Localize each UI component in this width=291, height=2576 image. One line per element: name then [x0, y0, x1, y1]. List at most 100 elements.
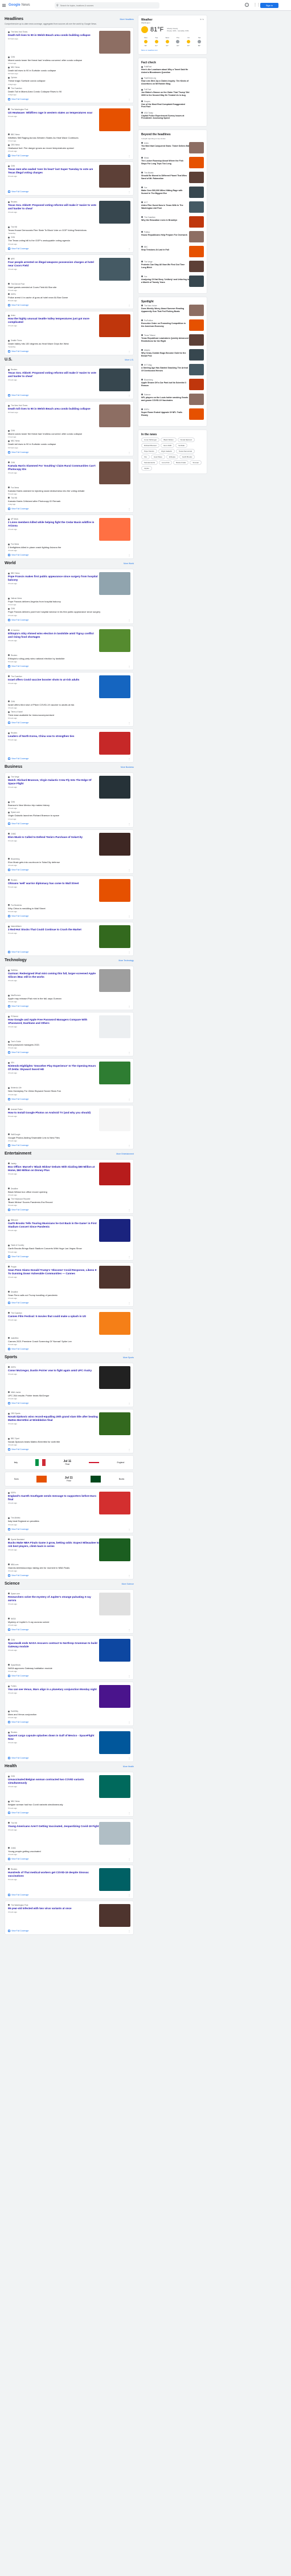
- story-thumbnail[interactable]: [99, 201, 130, 224]
- story-thumbnail[interactable]: [99, 1412, 130, 1436]
- story-headline[interactable]: Hundreds of Thai medical workers get COV…: [8, 1871, 99, 1878]
- story-card[interactable]: The Guardian Israel offers Covid vaccine …: [5, 671, 134, 727]
- topic-chip[interactable]: Sinovac: [190, 460, 202, 465]
- share-icon[interactable]: ⋮: [128, 1528, 130, 1531]
- side-story[interactable]: Bloomberg Apple Shows Off a Car Park but …: [141, 378, 204, 390]
- story-headline[interactable]: Kamala Harris Slammed For 'Insulting' Cl…: [8, 464, 99, 471]
- related-headline[interactable]: Sean Penn calls out Trump handling of pa…: [8, 1294, 130, 1297]
- share-icon[interactable]: ⋮: [128, 1448, 130, 1451]
- related-story[interactable]: MacRumors Apple may release iPad mini in …: [8, 994, 130, 1003]
- related-story[interactable]: Fox Business Why China is meddling in Wal…: [8, 904, 130, 913]
- topic-chip[interactable]: Virgin Galactic: [158, 448, 175, 453]
- full-coverage-link[interactable]: View Full Coverage: [8, 1811, 130, 1814]
- story-card[interactable]: Reuters Texas Gov. Abbott: Proposed votin…: [5, 365, 134, 400]
- share-icon[interactable]: ⋮: [128, 394, 130, 397]
- related-headline[interactable]: Mars and Venus conjunction: [8, 1713, 130, 1716]
- related-headline[interactable]: Miami condo tower fire threat had 'endle…: [8, 432, 130, 435]
- lead-story[interactable]: Reuters Texas Gov. Abbott: Proposed votin…: [8, 201, 130, 224]
- story-card[interactable]: Reuters Hundreds of Thai medical workers …: [5, 1864, 134, 1899]
- side-headline[interactable]: NFL players on the Louis hotter smoking …: [141, 396, 189, 402]
- story-headline[interactable]: How the highly unusual Seattle Valley te…: [8, 317, 99, 324]
- story-thumbnail[interactable]: [99, 461, 130, 484]
- lead-story[interactable]: People Sean Penn Slams Donald Trump's 'Ob…: [8, 1265, 130, 1289]
- lead-story[interactable]: Reuters Texas Gov. Abbott: Proposed votin…: [8, 368, 130, 392]
- full-coverage-link[interactable]: View Full Coverage: [8, 1528, 130, 1531]
- side-thumbnail[interactable]: [189, 304, 204, 316]
- topic-chip[interactable]: Heat Wave: [151, 454, 165, 459]
- side-thumbnail[interactable]: [189, 393, 204, 405]
- topic-chip[interactable]: Kamala Harris: [141, 460, 158, 465]
- story-thumbnail[interactable]: [99, 1731, 130, 1755]
- lead-story[interactable]: ESPN England's Gareth Southgate sends mes…: [8, 1492, 130, 1515]
- story-thumbnail[interactable]: [99, 1821, 130, 1845]
- full-coverage-link[interactable]: View Full Coverage: [8, 1402, 130, 1405]
- story-headline[interactable]: Bucks Make NBA Finals Game 3 grow, betti…: [8, 1541, 99, 1548]
- related-story[interactable]: CNN The Texas voting bill is the GOP's un…: [8, 236, 130, 245]
- side-story[interactable]: The Atlantic Should Be Moved to Different…: [141, 171, 204, 183]
- related-headline[interactable]: Hotel guests arrested at Coors Field All…: [8, 286, 130, 289]
- lead-story[interactable]: Reuters Leaders of North Korea, China vow…: [8, 732, 130, 755]
- related-headline[interactable]: Third dose available for immunocompromis…: [8, 714, 130, 716]
- story-thumbnail[interactable]: [99, 832, 130, 856]
- share-icon[interactable]: ⋮: [128, 1098, 130, 1101]
- lead-story[interactable]: PCWorld How Google and Apple Free Passwor…: [8, 1015, 130, 1039]
- side-story[interactable]: Science NFL players on the Louis hotter s…: [141, 393, 204, 405]
- related-headline[interactable]: Virgin Galactic launches Richard Branson…: [8, 814, 130, 817]
- side-story[interactable]: ProPublica Executive Order on Promoting C…: [141, 319, 204, 331]
- side-thumbnail[interactable]: [189, 171, 204, 183]
- story-headline[interactable]: Texas Gov. Abbott: Proposed voting refor…: [8, 204, 99, 210]
- share-icon[interactable]: ⋮: [128, 155, 130, 157]
- weather-more-link[interactable]: More on weather.com: [141, 49, 204, 51]
- side-story[interactable]: NYT Alden Pike Guest Now in Texas With In…: [141, 201, 204, 213]
- story-card[interactable]: Forbes You can see Venus, Mars align in a…: [5, 1682, 134, 1727]
- side-thumbnail[interactable]: [189, 408, 204, 420]
- side-thumbnail[interactable]: [189, 319, 204, 331]
- share-icon[interactable]: ⋮: [128, 758, 130, 760]
- share-icon[interactable]: ⋮: [128, 1757, 130, 1760]
- side-headline[interactable]: Here's the Lowdown about Why a Tweet Sai…: [141, 68, 190, 74]
- lead-story[interactable]: The Guardian Cannes Film Festival: 5 movi…: [8, 1311, 130, 1335]
- related-headline[interactable]: Novak Djokovic beats Matteo Berrettini f…: [8, 1440, 130, 1443]
- story-headline[interactable]: Young Americans Aren't Getting Vaccinate…: [8, 1825, 99, 1828]
- share-icon[interactable]: ⋮: [128, 1209, 130, 1212]
- related-headline[interactable]: UFC 264 results: Poirier beats McGregor: [8, 1394, 130, 1397]
- story-thumbnail[interactable]: [99, 1108, 130, 1131]
- side-headline[interactable]: Does Weekly Worry About Summer Reading A…: [141, 307, 189, 313]
- lead-story[interactable]: MarketWatch 3 Red-Hot Stocks That Could C…: [8, 925, 130, 949]
- story-thumbnail[interactable]: [99, 1685, 130, 1708]
- story-headline[interactable]: Ethiopia's Abiy Ahmed wins election in l…: [8, 632, 99, 639]
- related-headline[interactable]: Wildfires Still Raging Across Western St…: [8, 136, 130, 139]
- section-more-link[interactable]: More Business: [121, 766, 134, 768]
- lead-story[interactable]: CNN Kamala Harris Slammed For 'Insulting'…: [8, 461, 130, 484]
- related-story[interactable]: EarthSky Mars and Venus conjunction 2 hour…: [8, 1710, 130, 1719]
- story-thumbnail[interactable]: [99, 1592, 130, 1615]
- full-coverage-link[interactable]: View Full Coverage: [8, 303, 130, 307]
- story-thumbnail[interactable]: [99, 368, 130, 392]
- weather-unit-toggle[interactable]: °F °C: [200, 18, 204, 22]
- related-story[interactable]: CBS News Heatwave fuel: Fire danger grows…: [8, 144, 130, 152]
- full-coverage-link[interactable]: View Full Coverage: [8, 1448, 130, 1451]
- share-icon[interactable]: ⋮: [128, 1894, 130, 1897]
- story-headline[interactable]: Pope Francis makes first public appearan…: [8, 575, 99, 582]
- story-card[interactable]: Reuters Texas Gov. Abbott: Proposed votin…: [5, 197, 134, 253]
- topic-chip[interactable]: Novak Djokovic: [177, 437, 195, 442]
- story-card[interactable]: AP News 2 Lions members killed while help…: [5, 515, 134, 560]
- share-icon[interactable]: ⋮: [128, 554, 130, 557]
- related-story[interactable]: The Hill Kamala Harris Criticized after P…: [8, 497, 130, 505]
- related-headline[interactable]: Ethiopia's ruling party wins national el…: [8, 657, 130, 660]
- story-card[interactable]: The New York Times Death toll rises to 90…: [5, 27, 134, 103]
- related-story[interactable]: NBC News Death toll rises to 90 in Surfsi…: [8, 440, 130, 449]
- full-coverage-link[interactable]: View Full Coverage: [8, 1857, 130, 1861]
- story-thumbnail[interactable]: [99, 732, 130, 755]
- full-coverage-link[interactable]: View Full Coverage: [8, 154, 130, 157]
- lead-story[interactable]: Al Jazeera Ethiopia's Abiy Ahmed wins ele…: [8, 629, 130, 652]
- story-thumbnail[interactable]: [99, 1903, 130, 1927]
- share-icon[interactable]: ⋮: [128, 191, 130, 193]
- story-card[interactable]: CNN Unvaccinated Belgian woman contracted…: [5, 1772, 134, 1817]
- related-story[interactable]: CNBC Young people getting vaccinated 2 hou…: [8, 1847, 130, 1856]
- side-story[interactable]: The New Yorker Does Weekly Worry About Su…: [141, 304, 204, 316]
- story-thumbnail[interactable]: [99, 1062, 130, 1085]
- story-thumbnail[interactable]: [99, 1219, 130, 1242]
- section-more-link[interactable]: More Headlines: [120, 18, 134, 21]
- related-headline[interactable]: Italy beat England on penalties: [8, 1520, 130, 1522]
